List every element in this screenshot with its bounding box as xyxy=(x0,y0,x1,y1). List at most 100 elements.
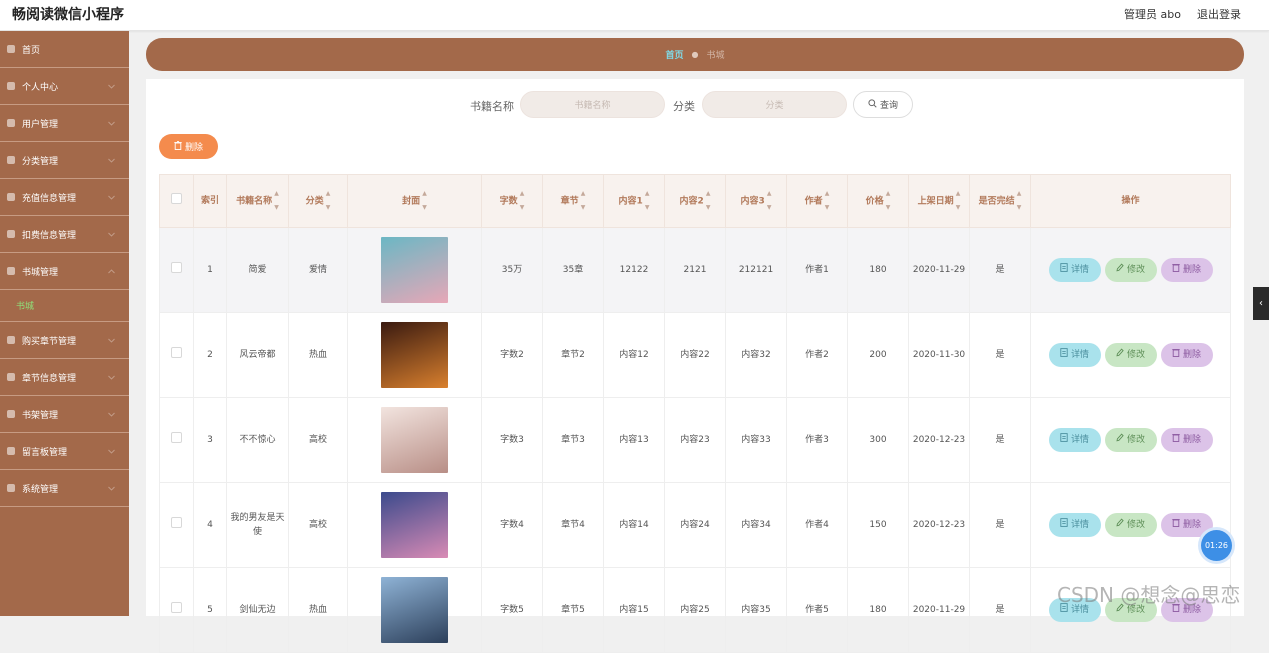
column-header[interactable]: 作者▲ ▼ xyxy=(786,174,848,228)
delete-button[interactable]: 删除 xyxy=(1160,343,1213,367)
row-checkbox[interactable] xyxy=(171,517,182,528)
cell-category: 热血 xyxy=(288,567,348,653)
sort-icon[interactable]: ▲ ▼ xyxy=(886,187,891,215)
edit-button[interactable]: 修改 xyxy=(1104,343,1157,367)
column-header[interactable]: 章节▲ ▼ xyxy=(542,174,604,228)
sidebar-subitem[interactable]: 书城 xyxy=(0,290,129,322)
column-header[interactable]: 内容2▲ ▼ xyxy=(664,174,726,228)
sidebar-item[interactable]: 章节信息管理 xyxy=(0,359,129,396)
row-select-cell xyxy=(159,482,194,568)
sidebar-item[interactable]: 书架管理 xyxy=(0,396,129,433)
row-checkbox[interactable] xyxy=(171,347,182,358)
chevron-down-icon xyxy=(108,230,115,240)
sidebar-item-label: 书架管理 xyxy=(22,410,59,421)
cover-cell xyxy=(347,482,482,568)
cell-date: 2020-12-23 xyxy=(908,397,970,483)
sidebar-item[interactable]: 书城管理 xyxy=(0,253,129,290)
actions-cell: 详情 修改 删除 xyxy=(1030,312,1231,398)
sidebar-item[interactable]: 用户管理 xyxy=(0,105,129,142)
table-row[interactable]: 2 风云帝都 热血 字数2 章节2 内容12 内容22 内容32 作者2 200 2020-11-3… xyxy=(159,312,1231,398)
detail-button[interactable]: 详情 xyxy=(1048,513,1101,537)
cell-author: 作者3 xyxy=(786,397,848,483)
breadcrumb-home[interactable]: 首页 xyxy=(665,48,683,61)
delete-label: 删除 xyxy=(1182,520,1201,530)
cell-date: 2020-12-23 xyxy=(908,482,970,568)
app-title: 畅阅读微信小程序 xyxy=(12,7,124,23)
side-panel-toggle[interactable]: ‹ xyxy=(1253,287,1269,320)
detail-button[interactable]: 详情 xyxy=(1048,428,1101,452)
category-input[interactable]: 分类 xyxy=(702,91,847,118)
sort-icon[interactable]: ▲ ▼ xyxy=(767,187,772,215)
delete-button[interactable]: 删除 xyxy=(1160,428,1213,452)
cell-author: 作者2 xyxy=(786,312,848,398)
column-header[interactable]: 书籍名称▲ ▼ xyxy=(226,174,289,228)
edit-button[interactable]: 修改 xyxy=(1104,258,1157,282)
table-header: 索引 书籍名称▲ ▼ 分类▲ ▼ 封面▲ ▼ 字数▲ ▼ 章节▲ ▼ 内容1▲ ▼ 内容2▲ ▼ 内容3▲ ▼ 作… xyxy=(159,174,1231,228)
column-header-label: 价格 xyxy=(865,196,884,207)
cell-words: 35万 xyxy=(481,227,543,313)
user-label[interactable]: 管理员 abo xyxy=(1124,6,1181,22)
edit-button[interactable]: 修改 xyxy=(1104,513,1157,537)
sort-icon[interactable]: ▲ ▼ xyxy=(706,187,711,215)
detail-button[interactable]: 详情 xyxy=(1048,343,1101,367)
row-checkbox[interactable] xyxy=(171,262,182,273)
column-header[interactable]: 是否完结▲ ▼ xyxy=(969,174,1031,228)
column-header[interactable]: 内容3▲ ▼ xyxy=(725,174,787,228)
column-header[interactable]: 分类▲ ▼ xyxy=(288,174,348,228)
column-header[interactable]: 封面▲ ▼ xyxy=(347,174,482,228)
column-header-label: 内容1 xyxy=(618,196,643,207)
sort-icon[interactable]: ▲ ▼ xyxy=(645,187,650,215)
timer-badge[interactable]: 01:26 xyxy=(1201,530,1232,561)
cell-category: 热血 xyxy=(288,312,348,398)
cell-chapter: 章节2 xyxy=(542,312,604,398)
column-header[interactable]: 上架日期▲ ▼ xyxy=(908,174,970,228)
sidebar-item[interactable]: 扣费信息管理 xyxy=(0,216,129,253)
sort-icon[interactable]: ▲ ▼ xyxy=(1017,187,1022,215)
chevron-down-icon xyxy=(108,82,115,92)
sidebar-item[interactable]: 系统管理 xyxy=(0,470,129,507)
sort-icon[interactable]: ▲ ▼ xyxy=(825,187,830,215)
sidebar-item[interactable]: 充值信息管理 xyxy=(0,179,129,216)
delete-button[interactable]: 删除 xyxy=(1160,258,1213,282)
query-button[interactable]: 查询 xyxy=(853,91,913,118)
delete-button[interactable]: 删除 xyxy=(1160,513,1213,537)
table-row[interactable]: 4 我的男友是天使 高校 字数4 章节4 内容14 内容24 内容34 作者4 150 2020-1… xyxy=(159,482,1231,568)
top-bar: 畅阅读微信小程序 管理员 abo 退出登录 xyxy=(0,0,1269,31)
sort-icon[interactable]: ▲ ▼ xyxy=(520,187,525,215)
sort-icon[interactable]: ▲ ▼ xyxy=(274,187,279,215)
row-checkbox[interactable] xyxy=(171,602,182,613)
sort-icon[interactable]: ▲ ▼ xyxy=(581,187,586,215)
logout-link[interactable]: 退出登录 xyxy=(1197,6,1241,22)
column-header[interactable]: 字数▲ ▼ xyxy=(481,174,543,228)
sidebar-item[interactable]: 购买章节管理 xyxy=(0,322,129,359)
edit-button[interactable]: 修改 xyxy=(1104,428,1157,452)
column-header-label: 章节 xyxy=(560,196,579,207)
book-name-label: 书籍名称 xyxy=(470,100,514,113)
home-icon xyxy=(6,44,16,54)
column-header[interactable]: 内容1▲ ▼ xyxy=(603,174,665,228)
table-row[interactable]: 1 简爱 爱情 35万 35章 12122 2121 212121 作者1 180 2020-11-… xyxy=(159,227,1231,313)
sidebar-item[interactable]: 留言板管理 xyxy=(0,433,129,470)
book-name-input[interactable]: 书籍名称 xyxy=(520,91,665,118)
sidebar-item[interactable]: 个人中心 xyxy=(0,68,129,105)
cell-c3: 内容35 xyxy=(725,567,787,653)
sidebar-item[interactable]: 首页 xyxy=(0,31,129,68)
sort-icon[interactable]: ▲ ▼ xyxy=(956,187,961,215)
trash-icon xyxy=(174,140,182,153)
trash-icon xyxy=(1172,348,1180,362)
sort-icon[interactable]: ▲ ▼ xyxy=(326,187,331,215)
select-all-checkbox[interactable] xyxy=(171,193,182,204)
cell-index: 2 xyxy=(193,312,227,398)
detail-label: 详情 xyxy=(1070,520,1089,530)
detail-button[interactable]: 详情 xyxy=(1048,258,1101,282)
column-header[interactable]: 价格▲ ▼ xyxy=(847,174,909,228)
message-icon xyxy=(6,446,16,456)
batch-delete-button[interactable]: 删除 xyxy=(159,134,218,159)
recharge-icon xyxy=(6,192,16,202)
table-row[interactable]: 3 不不惊心 高校 字数3 章节3 内容13 内容23 内容33 作者3 300 2020-12-2… xyxy=(159,397,1231,483)
trash-icon xyxy=(1172,518,1180,532)
sort-icon[interactable]: ▲ ▼ xyxy=(422,187,427,215)
sidebar-item[interactable]: 分类管理 xyxy=(0,142,129,179)
actions-cell: 详情 修改 删除 xyxy=(1030,227,1231,313)
row-checkbox[interactable] xyxy=(171,432,182,443)
